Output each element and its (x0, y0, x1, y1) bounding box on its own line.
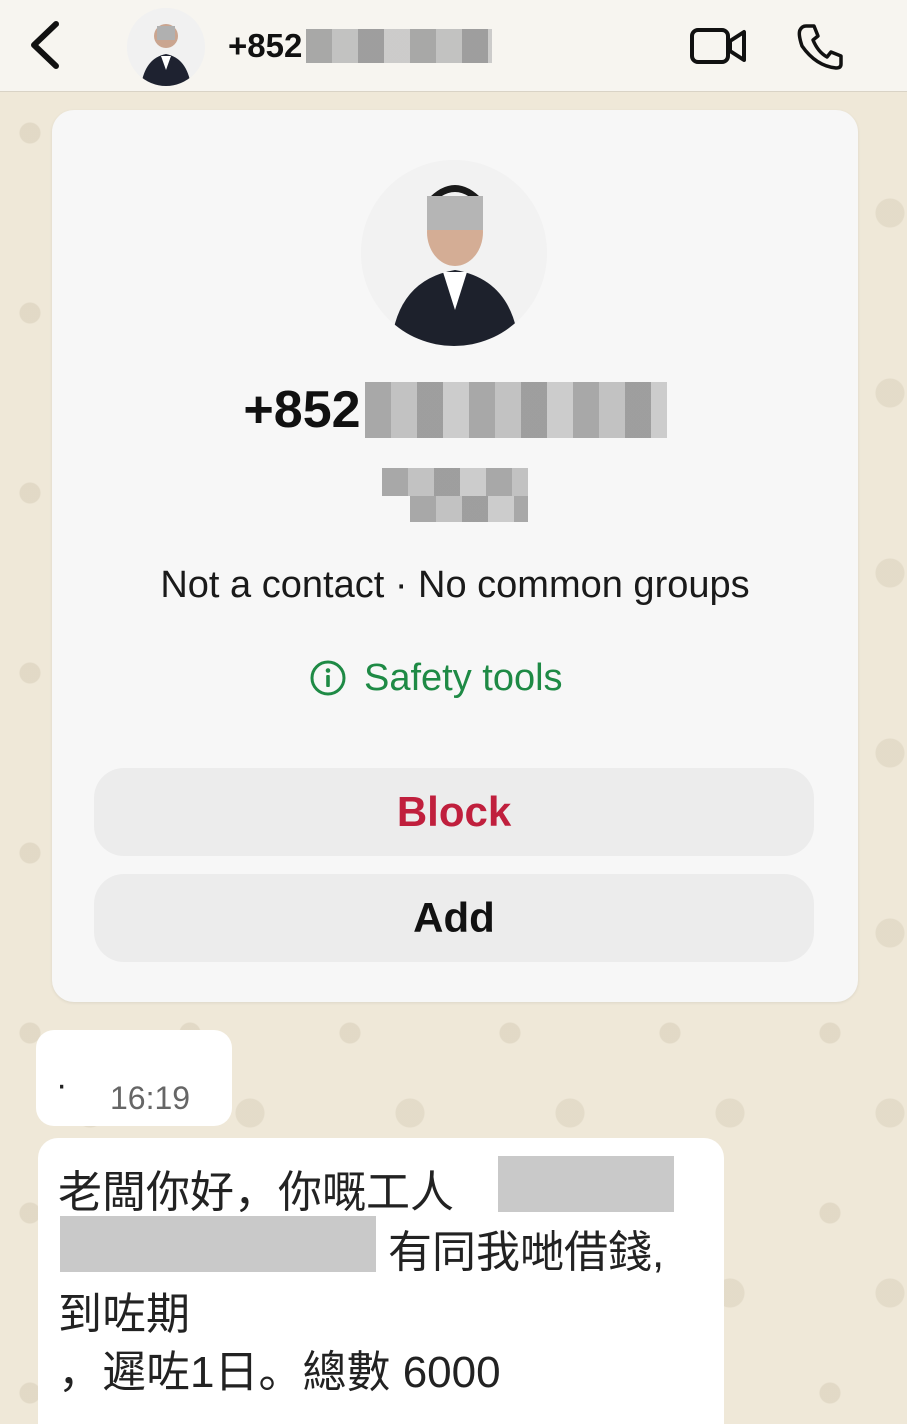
contact-info-card: +852 Not a contact · No common groups Sa… (52, 110, 858, 1002)
message-text: 有同我哋借錢, (388, 1228, 665, 1277)
redacted-name (382, 468, 530, 524)
message-timestamp: 16:19 (110, 1080, 191, 1116)
video-call-button[interactable] (689, 24, 747, 68)
info-icon (310, 660, 346, 696)
number-prefix: +852 (243, 381, 361, 439)
message-text: 老闆你好，你嘅工人 (58, 1168, 454, 1217)
message-text: ，遲咗1日。總數 6000 (58, 1348, 501, 1397)
contact-avatar[interactable] (127, 8, 205, 86)
video-camera-icon (690, 28, 746, 64)
message-text: · (56, 1066, 68, 1104)
chat-header: +852 (0, 0, 907, 92)
contact-status-text: Not a contact · No common groups (160, 564, 750, 606)
chevron-left-icon (31, 21, 59, 69)
profile-photo[interactable] (361, 160, 547, 346)
safety-tools-label: Safety tools (364, 656, 563, 699)
redacted-name-block (382, 468, 528, 496)
contact-number[interactable]: +852 (228, 24, 493, 68)
block-button[interactable]: Block (94, 768, 814, 856)
add-contact-button[interactable]: Add (94, 874, 814, 962)
person-photo-icon (127, 8, 205, 86)
voice-call-button[interactable] (794, 20, 846, 72)
safety-tools-link[interactable]: Safety tools (308, 652, 608, 704)
message-text: 到咗期 (58, 1290, 190, 1339)
message-bubble[interactable]: 老闆你好，你嘅工人 有同我哋借錢, 到咗期 ，遲咗1日。總數 6000 (38, 1138, 724, 1424)
message-bubble[interactable]: · 16:19 (36, 1030, 232, 1126)
redacted-number-block (306, 29, 493, 63)
redacted-text-block (498, 1156, 674, 1212)
redacted-text-block (60, 1216, 376, 1272)
number-prefix: +852 (228, 27, 303, 64)
profile-number: +852 (52, 375, 858, 445)
phone-icon (797, 24, 843, 70)
back-button[interactable] (22, 18, 68, 72)
person-photo-icon (361, 160, 547, 346)
redacted-number-block (364, 382, 667, 438)
redacted-name-block (410, 496, 528, 522)
